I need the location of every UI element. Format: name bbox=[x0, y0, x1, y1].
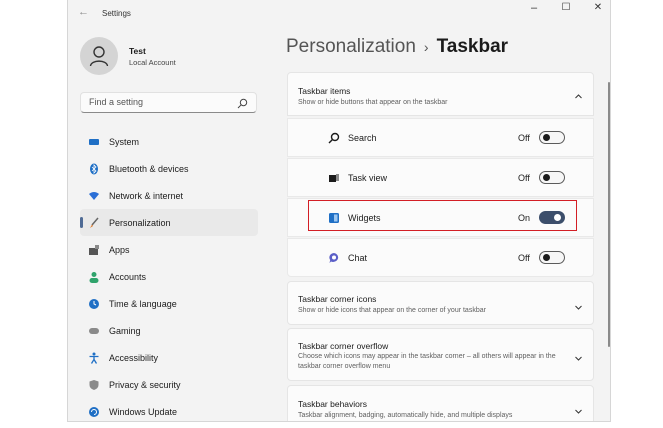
sidebar-item-personalization[interactable]: Personalization bbox=[80, 209, 258, 236]
shield-icon bbox=[88, 379, 100, 391]
taskbar-item-search: Search Off bbox=[287, 118, 594, 157]
apps-icon bbox=[88, 244, 100, 256]
section-title: Taskbar behaviors bbox=[298, 399, 367, 409]
sidebar-item-label: Gaming bbox=[109, 325, 141, 336]
search-box[interactable] bbox=[80, 92, 257, 113]
sidebar-item-label: Apps bbox=[109, 244, 130, 255]
chat-toggle[interactable] bbox=[539, 251, 565, 264]
toggle-knob bbox=[543, 254, 550, 261]
toggle-state-label: Off bbox=[518, 133, 530, 143]
item-label: Search bbox=[348, 133, 377, 143]
search-icon[interactable] bbox=[237, 96, 248, 114]
gamepad-icon bbox=[88, 325, 100, 337]
section-description: Show or hide icons that appear on the co… bbox=[298, 307, 486, 314]
breadcrumb-parent[interactable]: Personalization bbox=[286, 36, 416, 57]
search-input[interactable] bbox=[87, 96, 231, 108]
person-icon bbox=[88, 271, 100, 283]
minimize-button[interactable]: – bbox=[522, 2, 546, 14]
sidebar-item-network[interactable]: Network & internet bbox=[80, 182, 258, 209]
section-description: Show or hide buttons that appear on the … bbox=[298, 99, 448, 106]
sidebar-item-accessibility[interactable]: Accessibility bbox=[80, 344, 258, 371]
breadcrumb-separator: › bbox=[423, 39, 429, 55]
bluetooth-icon bbox=[88, 163, 100, 175]
account-type: Local Account bbox=[129, 58, 176, 67]
close-button[interactable]: ✕ bbox=[586, 2, 610, 13]
sidebar-item-privacy[interactable]: Privacy & security bbox=[80, 371, 258, 398]
section-description: Taskbar alignment, badging, automaticall… bbox=[298, 412, 513, 419]
taskbar-corner-icons-section[interactable]: Taskbar corner icons Show or hide icons … bbox=[287, 281, 594, 325]
selection-indicator bbox=[80, 217, 83, 228]
section-description: Choose which icons may appear in the tas… bbox=[298, 353, 556, 370]
taskbar-item-task-view: Task view Off bbox=[287, 158, 594, 197]
taskbar-items-header[interactable]: Taskbar items Show or hide buttons that … bbox=[287, 72, 594, 116]
sidebar-item-label: Personalization bbox=[109, 217, 171, 228]
sidebar-item-accounts[interactable]: Accounts bbox=[80, 263, 258, 290]
sidebar-item-windows-update[interactable]: Windows Update bbox=[80, 398, 258, 421]
sidebar-item-label: Bluetooth & devices bbox=[109, 163, 189, 174]
sidebar-item-label: Windows Update bbox=[109, 406, 178, 417]
chevron-down-icon[interactable] bbox=[574, 350, 583, 368]
task-view-toggle[interactable] bbox=[539, 171, 565, 184]
search-toggle[interactable] bbox=[539, 131, 565, 144]
settings-window: ← Settings – ☐ ✕ Test Local Account Syst… bbox=[67, 0, 611, 422]
section-title: Taskbar corner overflow bbox=[298, 341, 389, 351]
item-label: Chat bbox=[348, 253, 368, 263]
sidebar-item-system[interactable]: System bbox=[80, 128, 258, 155]
chevron-down-icon[interactable] bbox=[574, 299, 583, 317]
section-title: Taskbar items bbox=[298, 86, 351, 96]
update-icon bbox=[88, 406, 100, 418]
sidebar-item-label: Privacy & security bbox=[109, 379, 181, 390]
sidebar-item-gaming[interactable]: Gaming bbox=[80, 317, 258, 344]
sidebar-item-label: Accessibility bbox=[109, 352, 159, 363]
sidebar-item-time-language[interactable]: Time & language bbox=[80, 290, 258, 317]
toggle-knob bbox=[543, 174, 550, 181]
scrollbar[interactable] bbox=[608, 82, 610, 347]
wifi-icon bbox=[88, 190, 100, 202]
search-icon bbox=[328, 132, 340, 144]
chevron-up-icon[interactable] bbox=[574, 88, 583, 106]
sidebar-item-bluetooth[interactable]: Bluetooth & devices bbox=[80, 155, 258, 182]
widgets-highlight-box bbox=[308, 200, 577, 231]
sidebar-item-label: Accounts bbox=[109, 271, 147, 282]
sidebar-item-label: Network & internet bbox=[109, 190, 184, 201]
sidebar-item-apps[interactable]: Apps bbox=[80, 236, 258, 263]
title-bar: ← Settings – ☐ ✕ bbox=[68, 0, 610, 28]
sidebar-nav: System Bluetooth & devices Network & int… bbox=[80, 128, 258, 421]
maximize-button[interactable]: ☐ bbox=[554, 2, 578, 13]
taskbar-behaviors-section[interactable]: Taskbar behaviors Taskbar alignment, bad… bbox=[287, 385, 594, 421]
section-title: Taskbar corner icons bbox=[298, 294, 377, 304]
globe-clock-icon bbox=[88, 298, 100, 310]
item-label: Task view bbox=[348, 173, 388, 183]
person-icon bbox=[89, 46, 109, 67]
back-arrow-icon[interactable]: ← bbox=[78, 6, 89, 18]
chevron-down-icon[interactable] bbox=[574, 403, 583, 421]
page-title: Taskbar bbox=[436, 36, 509, 57]
user-name: Test bbox=[129, 46, 146, 56]
monitor-icon bbox=[88, 136, 100, 148]
window-title: Settings bbox=[102, 9, 131, 18]
brush-icon bbox=[88, 217, 100, 229]
breadcrumb: Personalization › Taskbar bbox=[286, 36, 508, 58]
taskbar-corner-overflow-section[interactable]: Taskbar corner overflow Choose which ico… bbox=[287, 328, 594, 381]
toggle-state-label: Off bbox=[518, 173, 530, 183]
sidebar-item-label: Time & language bbox=[109, 298, 177, 309]
task-view-icon bbox=[328, 172, 340, 184]
chat-icon bbox=[328, 252, 340, 264]
toggle-state-label: Off bbox=[518, 253, 530, 263]
sidebar-item-label: System bbox=[109, 136, 140, 147]
taskbar-item-chat: Chat Off bbox=[287, 238, 594, 277]
avatar[interactable] bbox=[80, 37, 118, 75]
accessibility-icon bbox=[88, 352, 100, 364]
toggle-knob bbox=[543, 134, 550, 141]
